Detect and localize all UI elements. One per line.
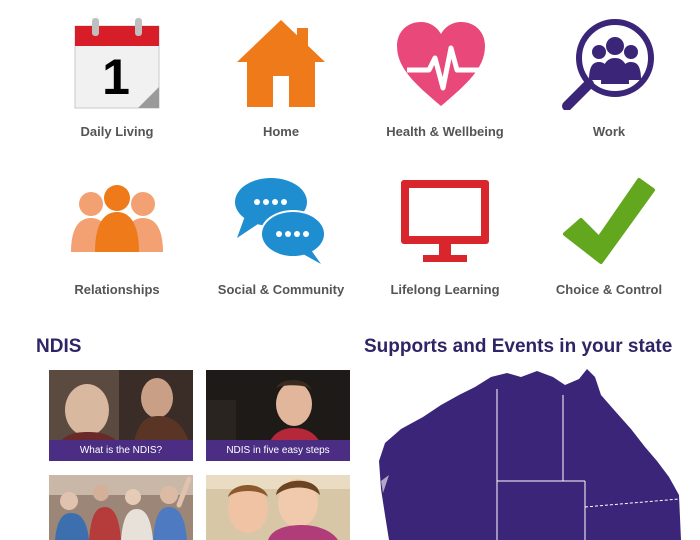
category-label: Social & Community <box>217 282 345 297</box>
calendar-day-number: 1 <box>102 49 130 105</box>
video-thumbnail-what-is-ndis[interactable]: What is the NDIS? <box>49 370 193 461</box>
checkmark-icon <box>563 178 655 264</box>
category-label: Daily Living <box>80 124 154 139</box>
category-daily-living[interactable]: 1 Daily Living <box>37 18 197 139</box>
calendar-icon: 1 <box>74 18 160 109</box>
video-thumbnail-five-steps[interactable]: NDIS in five easy steps <box>206 370 350 461</box>
australia-map-icon[interactable] <box>375 365 685 540</box>
people-magnifier-icon <box>562 19 654 110</box>
video-thumbnail-3[interactable] <box>49 475 193 540</box>
category-label: Choice & Control <box>555 282 663 297</box>
monitor-icon <box>401 180 489 262</box>
video-thumbnail-image <box>49 475 193 540</box>
category-label: Relationships <box>74 282 160 297</box>
category-relationships[interactable]: Relationships <box>37 178 197 297</box>
video-thumbnail-4[interactable] <box>206 475 350 540</box>
category-health-wellbeing[interactable]: Health & Wellbeing <box>365 18 525 139</box>
category-work[interactable]: Work <box>529 18 689 139</box>
supports-heading: Supports and Events in your state <box>364 336 673 357</box>
video-thumbnail-image <box>206 475 350 540</box>
category-home[interactable]: Home <box>201 18 361 139</box>
video-caption: NDIS in five easy steps <box>206 440 350 461</box>
category-label: Health & Wellbeing <box>386 124 504 139</box>
chat-bubbles-icon <box>235 178 326 264</box>
category-label: Home <box>262 124 300 139</box>
category-label: Work <box>592 124 626 139</box>
heart-pulse-icon <box>397 22 491 106</box>
video-caption: What is the NDIS? <box>49 440 193 461</box>
category-social-community[interactable]: Social & Community <box>201 176 361 297</box>
category-label: Lifelong Learning <box>390 282 500 297</box>
house-icon <box>237 20 325 107</box>
people-group-icon <box>71 185 163 252</box>
category-choice-control[interactable]: Choice & Control <box>529 176 689 297</box>
ndis-heading: NDIS <box>36 336 82 357</box>
category-lifelong-learning[interactable]: Lifelong Learning <box>365 178 525 297</box>
